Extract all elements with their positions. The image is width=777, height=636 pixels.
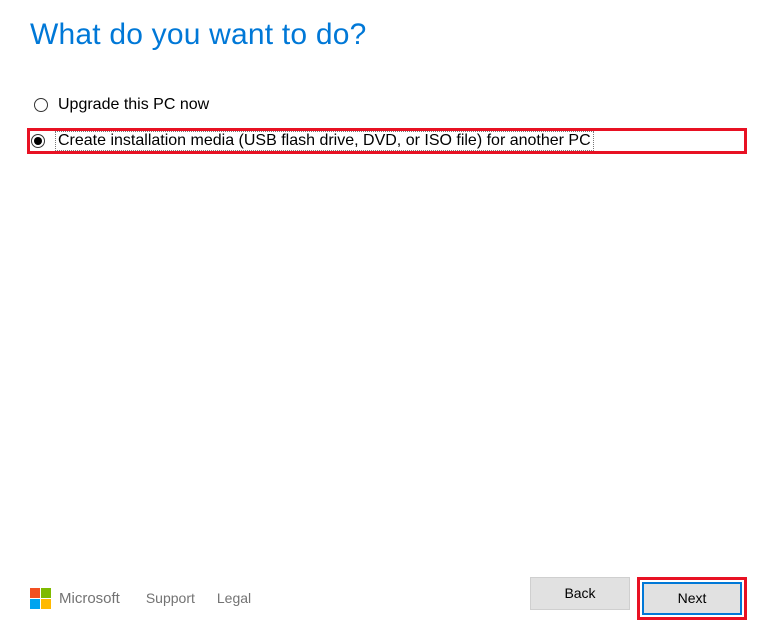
- radio-group: Upgrade this PC now Create installation …: [30, 94, 747, 154]
- support-link[interactable]: Support: [146, 590, 195, 606]
- legal-link[interactable]: Legal: [217, 590, 251, 606]
- back-button[interactable]: Back: [530, 577, 630, 610]
- brand-text: Microsoft: [59, 590, 120, 607]
- footer-buttons: Back Next: [530, 577, 747, 620]
- next-button[interactable]: Next: [642, 582, 742, 615]
- radio-option-create-media[interactable]: Create installation media (USB flash dri…: [27, 128, 747, 154]
- microsoft-logo-icon: [30, 588, 51, 609]
- radio-icon: [31, 134, 45, 148]
- radio-option-upgrade[interactable]: Upgrade this PC now: [30, 94, 747, 116]
- page-title: What do you want to do?: [30, 18, 747, 52]
- radio-label-upgrade: Upgrade this PC now: [58, 96, 209, 114]
- radio-icon: [34, 98, 48, 112]
- radio-selected-dot-icon: [34, 137, 42, 145]
- footer: Microsoft Support Legal Back Next: [30, 580, 747, 616]
- next-button-highlight: Next: [637, 577, 747, 620]
- radio-label-create-media: Create installation media (USB flash dri…: [55, 131, 594, 151]
